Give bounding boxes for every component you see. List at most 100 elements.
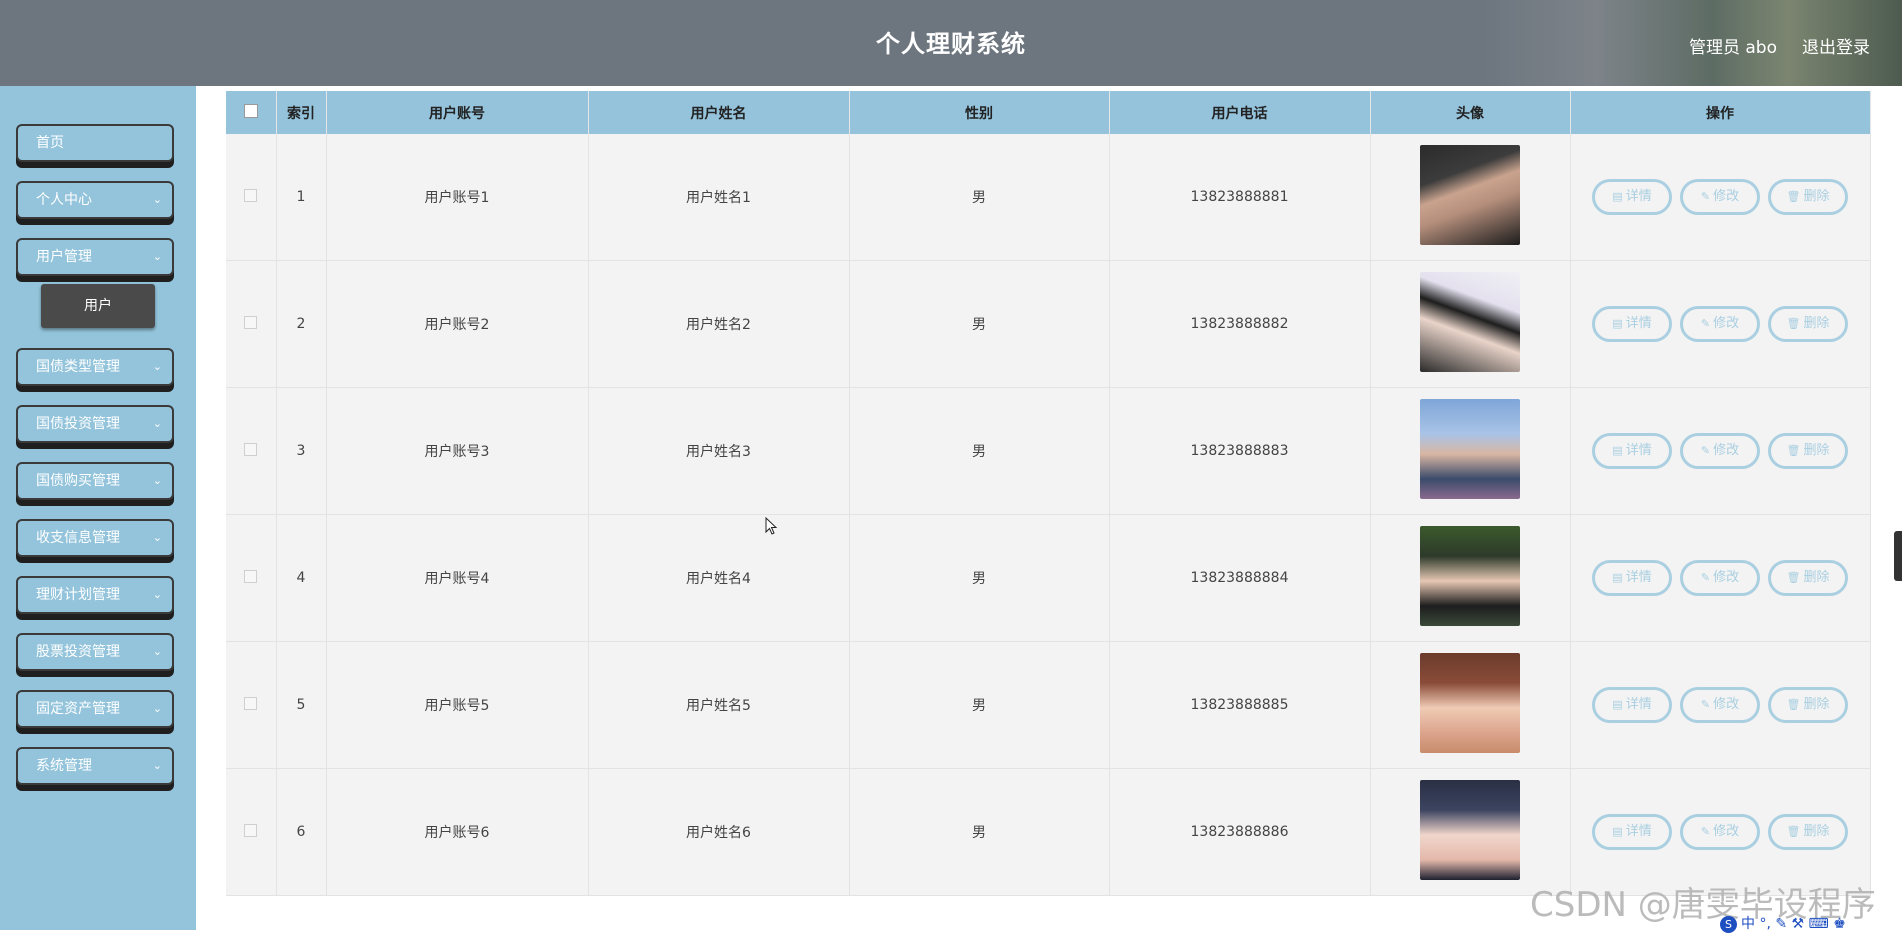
row-checkbox-cell[interactable] — [226, 768, 277, 896]
chevron-down-icon: ⌄ — [152, 759, 162, 772]
chevron-down-icon: ⌄ — [152, 474, 162, 487]
document-icon: ▤ — [1612, 698, 1623, 711]
chevron-down-icon: ⌄ — [152, 645, 162, 658]
account-cell: 用户账号2 — [326, 260, 589, 388]
trash-icon: 🗑 — [1786, 825, 1801, 838]
avatar-cell — [1370, 641, 1571, 769]
detail-button[interactable]: ▤ 详情 — [1592, 687, 1672, 723]
logout-link[interactable]: 退出登录 — [1802, 33, 1870, 58]
table-row: 5 用户账号5 用户姓名5 男 13823888885 ▤ 详情 ✎ 修改 🗑 删除 — [226, 641, 1871, 769]
document-icon: ▤ — [1612, 317, 1623, 330]
avatar[interactable] — [1420, 526, 1520, 626]
sidebar-item-bond-purchase[interactable]: 国债购买管理 ⌄ — [16, 462, 174, 500]
edit-button[interactable]: ✎ 修改 — [1680, 814, 1760, 850]
delete-button-label: 删除 — [1803, 824, 1830, 839]
row-checkbox[interactable] — [244, 315, 258, 329]
detail-button[interactable]: ▤ 详情 — [1592, 306, 1672, 342]
delete-button[interactable]: 🗑 删除 — [1768, 433, 1848, 469]
edit-button[interactable]: ✎ 修改 — [1680, 560, 1760, 596]
avatar[interactable] — [1420, 653, 1520, 753]
row-checkbox[interactable] — [244, 442, 258, 456]
edit-button[interactable]: ✎ 修改 — [1680, 179, 1760, 215]
row-checkbox-cell[interactable] — [226, 260, 277, 388]
sidebar-item-income-expense[interactable]: 收支信息管理 ⌄ — [16, 519, 174, 557]
account-cell: 用户账号5 — [326, 641, 589, 769]
detail-button[interactable]: ▤ 详情 — [1592, 179, 1672, 215]
delete-button-label: 删除 — [1803, 697, 1830, 712]
edit-button[interactable]: ✎ 修改 — [1680, 433, 1760, 469]
row-checkbox[interactable] — [244, 569, 258, 583]
name-cell: 用户姓名1 — [588, 134, 850, 261]
row-checkbox-cell[interactable] — [226, 134, 277, 261]
edit-button[interactable]: ✎ 修改 — [1680, 687, 1760, 723]
document-icon: ▤ — [1612, 190, 1623, 203]
sidebar-item-label: 收支信息管理 — [36, 530, 120, 546]
detail-button-label: 详情 — [1625, 189, 1652, 204]
sidebar-item-personal-center[interactable]: 个人中心 ⌄ — [16, 181, 174, 219]
sidebar-item-home[interactable]: 首页 — [16, 124, 174, 162]
app-title: 个人理财系统 — [876, 30, 1026, 58]
table-row: 3 用户账号3 用户姓名3 男 13823888883 ▤ 详情 ✎ 修改 🗑 删除 — [226, 387, 1871, 515]
sidebar-item-bond-type[interactable]: 国债类型管理 ⌄ — [16, 348, 174, 386]
ime-toolbar[interactable]: S中 °, ✎ ⚒ ⌨ ♚ — [1720, 913, 1846, 933]
row-checkbox[interactable] — [244, 188, 258, 202]
sidebar-item-fixed-assets[interactable]: 固定资产管理 ⌄ — [16, 690, 174, 728]
row-checkbox-cell[interactable] — [226, 387, 277, 515]
sidebar-item-label: 首页 — [36, 135, 64, 151]
detail-button[interactable]: ▤ 详情 — [1592, 560, 1672, 596]
column-header: 索引 — [276, 91, 327, 134]
sidebar: 首页 个人中心 ⌄ 用户管理 ⌄ 用户 国债类型管理 ⌄ 国债投资管理 ⌄ 国债购买管理… — [0, 86, 196, 930]
delete-button[interactable]: 🗑 删除 — [1768, 687, 1848, 723]
column-header: 头像 — [1370, 91, 1571, 134]
row-checkbox-cell[interactable] — [226, 514, 277, 642]
gender-cell: 男 — [849, 641, 1110, 769]
avatar[interactable] — [1420, 145, 1520, 245]
delete-button-label: 删除 — [1803, 189, 1830, 204]
sidebar-item-finance-plan[interactable]: 理财计划管理 ⌄ — [16, 576, 174, 614]
edit-button[interactable]: ✎ 修改 — [1680, 306, 1760, 342]
name-cell: 用户姓名6 — [588, 768, 850, 896]
sidebar-item-label: 国债投资管理 — [36, 416, 120, 432]
pencil-icon: ✎ — [1700, 190, 1711, 203]
pencil-icon: ✎ — [1700, 698, 1711, 711]
detail-button[interactable]: ▤ 详情 — [1592, 814, 1672, 850]
delete-button[interactable]: 🗑 删除 — [1768, 179, 1848, 215]
sidebar-item-stock-investment[interactable]: 股票投资管理 ⌄ — [16, 633, 174, 671]
sidebar-item-system[interactable]: 系统管理 ⌄ — [16, 747, 174, 785]
sidebar-subitem-user[interactable]: 用户 — [41, 284, 155, 328]
avatar[interactable] — [1420, 399, 1520, 499]
trash-icon: 🗑 — [1786, 444, 1801, 457]
column-header: 用户电话 — [1109, 91, 1371, 134]
edit-button-label: 修改 — [1713, 824, 1740, 839]
phone-cell: 13823888886 — [1109, 768, 1371, 896]
index-cell: 4 — [276, 514, 327, 642]
edit-button-label: 修改 — [1713, 189, 1740, 204]
row-checkbox[interactable] — [244, 823, 258, 837]
chevron-down-icon: ⌄ — [152, 360, 162, 373]
row-checkbox[interactable] — [244, 696, 258, 710]
actions-cell: ▤ 详情 ✎ 修改 🗑 删除 — [1570, 641, 1871, 769]
delete-button[interactable]: 🗑 删除 — [1768, 814, 1848, 850]
edit-button-label: 修改 — [1713, 443, 1740, 458]
delete-button[interactable]: 🗑 删除 — [1768, 560, 1848, 596]
delete-button[interactable]: 🗑 删除 — [1768, 306, 1848, 342]
chevron-down-icon: ⌄ — [152, 588, 162, 601]
detail-button[interactable]: ▤ 详情 — [1592, 433, 1672, 469]
document-icon: ▤ — [1612, 571, 1623, 584]
select-all-cell[interactable] — [226, 91, 277, 134]
phone-cell: 13823888885 — [1109, 641, 1371, 769]
sidebar-item-user-management[interactable]: 用户管理 ⌄ — [16, 238, 174, 276]
detail-button-label: 详情 — [1625, 443, 1652, 458]
detail-button-label: 详情 — [1625, 570, 1652, 585]
ime-logo-icon: S — [1720, 916, 1737, 933]
avatar[interactable] — [1420, 272, 1520, 372]
sidebar-item-label: 个人中心 — [36, 192, 92, 208]
row-checkbox-cell[interactable] — [226, 641, 277, 769]
detail-button-label: 详情 — [1625, 824, 1652, 839]
avatar[interactable] — [1420, 780, 1520, 880]
sidebar-item-bond-investment[interactable]: 国债投资管理 ⌄ — [16, 405, 174, 443]
sidebar-item-label: 理财计划管理 — [36, 587, 120, 603]
scrollbar-handle[interactable] — [1894, 531, 1902, 581]
select-all-checkbox[interactable] — [243, 103, 258, 118]
sidebar-item-label: 国债购买管理 — [36, 473, 120, 489]
